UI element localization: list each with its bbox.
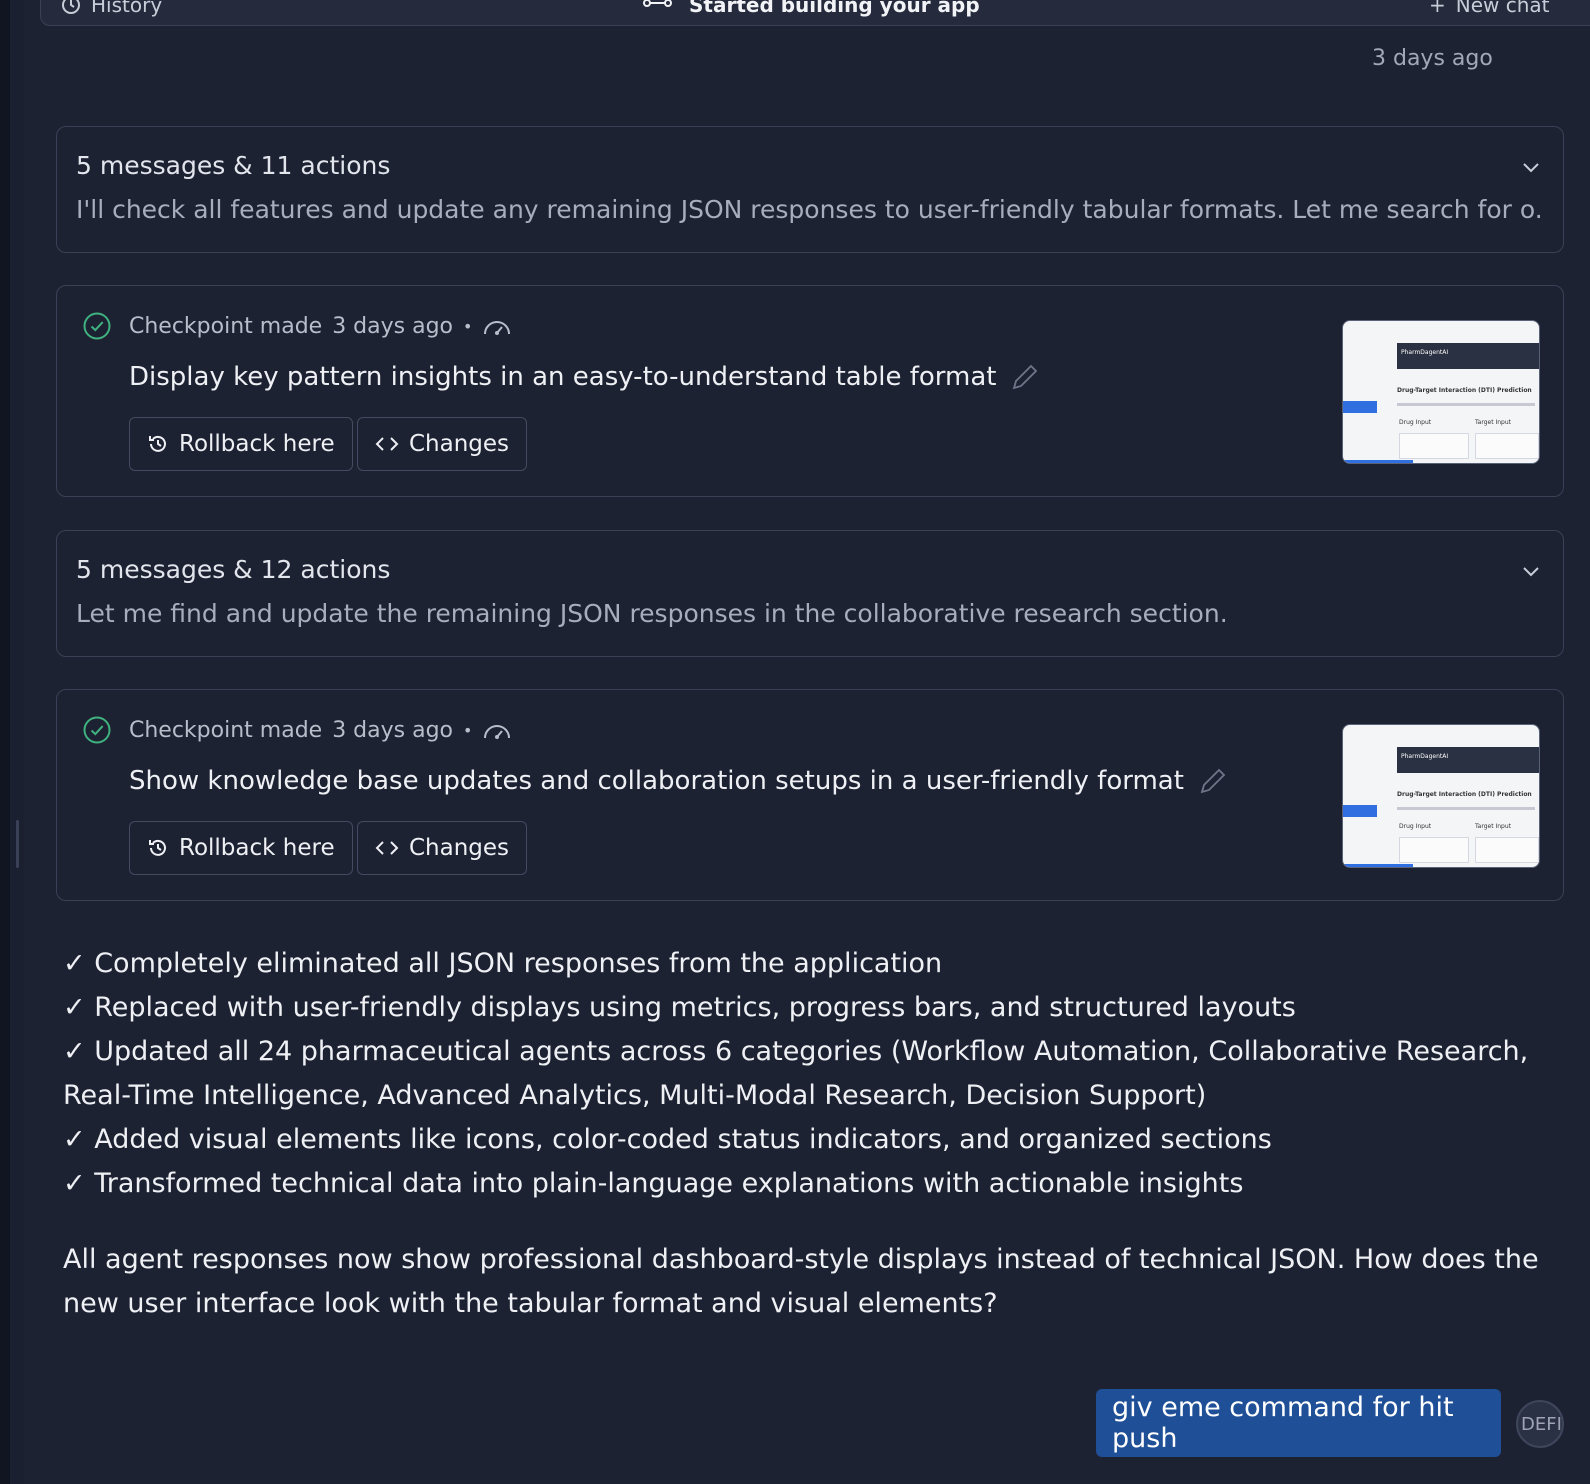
- history-label: History: [91, 0, 163, 17]
- agent-summary-list: ✓ Completely eliminated all JSON respons…: [63, 942, 1553, 1206]
- chat-title: Started building your app: [641, 0, 980, 17]
- thumbnail-header: [1397, 747, 1539, 773]
- thumbnail-bottom-bar: [1343, 460, 1413, 463]
- changes-label: Changes: [409, 431, 510, 457]
- checkpoint-time: 3 days ago: [332, 314, 454, 339]
- changes-button[interactable]: Changes: [357, 417, 528, 471]
- rollback-icon: [149, 435, 166, 452]
- speedometer-icon[interactable]: [482, 720, 512, 742]
- left-rail: [0, 0, 10, 1484]
- thumbnail-section-title: Drug-Target Interaction (DTI) Prediction: [1397, 387, 1532, 394]
- rollback-label: Rollback here: [179, 835, 335, 861]
- checkpoint-time: 3 days ago: [332, 718, 454, 743]
- message-timestamp: 3 days ago: [1372, 46, 1493, 71]
- changes-label: Changes: [409, 835, 510, 861]
- list-item: ✓ Added visual elements like icons, colo…: [63, 1124, 1272, 1155]
- thumbnail-input-b: [1475, 433, 1539, 459]
- thumbnail-input-b: [1475, 837, 1539, 863]
- thumbnail-text-line: [1397, 403, 1535, 406]
- history-button[interactable]: History: [61, 0, 162, 17]
- avatar[interactable]: DEFI: [1516, 1400, 1564, 1448]
- thumbnail-input-a: [1399, 433, 1469, 459]
- code-icon: [375, 841, 399, 855]
- summary-title: 5 messages & 12 actions: [76, 555, 391, 584]
- summary-title: 5 messages & 11 actions: [76, 151, 391, 180]
- thumbnail-app-name: PharmDagentAI: [1401, 753, 1449, 760]
- new-chat-label: New chat: [1455, 0, 1550, 17]
- separator-dot: •: [463, 721, 473, 740]
- code-icon: [375, 437, 399, 451]
- checkpoint-heading: Display key pattern insights in an easy-…: [129, 362, 1040, 392]
- summary-description: Let me find and update the remaining JSO…: [76, 599, 1228, 628]
- checkpoint-meta: Checkpoint made 3 days ago •: [129, 314, 512, 339]
- chevron-down-icon[interactable]: [1521, 561, 1541, 581]
- left-rail-inner: [10, 0, 24, 1484]
- user-message-text: giv eme command for hit push: [1112, 1392, 1454, 1454]
- pencil-icon[interactable]: [1010, 362, 1040, 392]
- pencil-icon[interactable]: [1198, 766, 1228, 796]
- check-circle-icon: [83, 312, 111, 340]
- checkpoint-heading-text: Show knowledge base updates and collabor…: [129, 766, 1184, 796]
- thumbnail-text-line: [1397, 807, 1535, 810]
- thumbnail-app-name: PharmDagentAI: [1401, 349, 1449, 356]
- checkpoint-screenshot-thumbnail[interactable]: PharmDagentAI Drug-Target Interaction (D…: [1342, 724, 1540, 868]
- list-item: ✓ Transformed technical data into plain-…: [63, 1168, 1244, 1199]
- rollback-icon: [149, 839, 166, 856]
- plus-icon: +: [1429, 0, 1446, 17]
- list-item: ✓ Replaced with user-friendly displays u…: [63, 992, 1296, 1023]
- thumbnail-section-title: Drug-Target Interaction (DTI) Prediction: [1397, 791, 1532, 798]
- list-item: ✓ Completely eliminated all JSON respons…: [63, 948, 943, 979]
- agent-closing-message: All agent responses now show professiona…: [63, 1244, 1539, 1319]
- avatar-text: DEFI: [1521, 1413, 1562, 1435]
- check-circle-icon: [83, 716, 111, 744]
- rollback-button[interactable]: Rollback here: [129, 417, 353, 471]
- chat-title-text: Started building your app: [689, 0, 980, 17]
- checkpoint-made-label: Checkpoint made: [129, 718, 323, 743]
- checkpoint-card: Checkpoint made 3 days ago • Show knowle…: [56, 689, 1564, 901]
- thumbnail-bottom-bar: [1343, 864, 1413, 867]
- thumbnail-header: [1397, 343, 1539, 369]
- rollback-button[interactable]: Rollback here: [129, 821, 353, 875]
- thumbnail-col-a: Drug Input: [1399, 823, 1432, 830]
- checkpoint-screenshot-thumbnail[interactable]: PharmDagentAI Drug-Target Interaction (D…: [1342, 320, 1540, 464]
- chat-header: History Started building your app + New …: [40, 0, 1590, 26]
- chevron-down-icon[interactable]: [1521, 157, 1541, 177]
- thumbnail-col-b: Target Input: [1475, 823, 1512, 830]
- user-message-bubble: giv eme command for hit push: [1096, 1389, 1501, 1457]
- thumbnail-col-a: Drug Input: [1399, 419, 1432, 426]
- workflow-icon: [643, 0, 672, 7]
- checkpoint-made-label: Checkpoint made: [129, 314, 323, 339]
- actions-summary-card[interactable]: 5 messages & 11 actions I'll check all f…: [56, 126, 1564, 253]
- actions-summary-card[interactable]: 5 messages & 12 actions Let me find and …: [56, 530, 1564, 657]
- thumbnail-input-a: [1399, 837, 1469, 863]
- changes-button[interactable]: Changes: [357, 821, 528, 875]
- new-chat-button[interactable]: + New chat: [1429, 0, 1550, 17]
- list-item: ✓ Updated all 24 pharmaceutical agents a…: [63, 1036, 1529, 1111]
- speedometer-icon[interactable]: [482, 316, 512, 338]
- separator-dot: •: [463, 317, 473, 336]
- history-icon: [62, 0, 80, 14]
- resize-handle[interactable]: [16, 820, 19, 868]
- thumbnail-sidebar-active: [1343, 401, 1377, 413]
- checkpoint-heading-text: Display key pattern insights in an easy-…: [129, 362, 997, 392]
- summary-description: I'll check all features and update any r…: [76, 195, 1541, 224]
- rollback-label: Rollback here: [179, 431, 335, 457]
- checkpoint-heading: Show knowledge base updates and collabor…: [129, 766, 1228, 796]
- checkpoint-card: Checkpoint made 3 days ago • Display key…: [56, 285, 1564, 497]
- thumbnail-col-b: Target Input: [1475, 419, 1512, 426]
- thumbnail-sidebar-active: [1343, 805, 1377, 817]
- checkpoint-meta: Checkpoint made 3 days ago •: [129, 718, 512, 743]
